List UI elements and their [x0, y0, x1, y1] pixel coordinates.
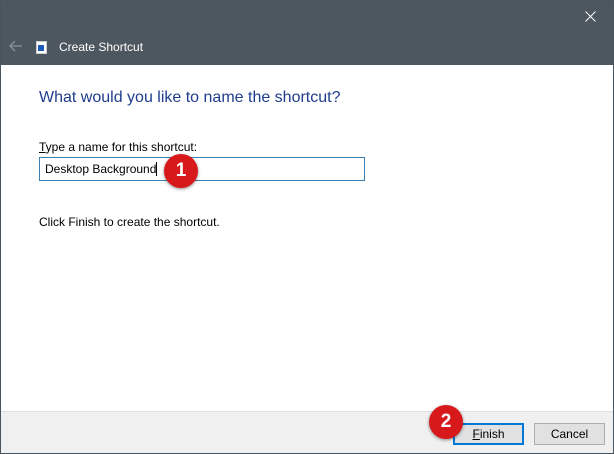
step-2-badge: 2: [429, 405, 463, 439]
text-caret: [156, 162, 157, 176]
shortcut-icon: [36, 41, 47, 54]
close-icon: [584, 10, 596, 22]
page-heading: What would you like to name the shortcut…: [39, 89, 341, 106]
shortcut-arrow-icon: [38, 45, 44, 51]
create-shortcut-window: Create Shortcut What would you like to n…: [0, 0, 614, 454]
back-button[interactable]: [5, 37, 27, 55]
shortcut-name-input[interactable]: [39, 157, 365, 181]
finish-label: inish: [479, 427, 505, 441]
label-mnemonic: T: [39, 140, 46, 154]
window-title: Create Shortcut: [59, 40, 144, 54]
close-button[interactable]: [567, 1, 613, 31]
title-bar: Create Shortcut: [1, 1, 613, 65]
finish-mnemonic: F: [472, 427, 480, 441]
shortcut-name-label: Type a name for this shortcut:: [39, 140, 197, 154]
finish-button[interactable]: Finish: [453, 423, 524, 445]
back-arrow-icon: [9, 40, 22, 52]
dialog-footer: Finish Cancel: [1, 411, 613, 453]
dialog-content: What would you like to name the shortcut…: [1, 65, 613, 411]
finish-hint: Click Finish to create the shortcut.: [39, 215, 220, 229]
cancel-button[interactable]: Cancel: [534, 423, 605, 445]
label-text: ype a name for this shortcut:: [45, 140, 198, 154]
step-1-badge: 1: [164, 154, 198, 188]
